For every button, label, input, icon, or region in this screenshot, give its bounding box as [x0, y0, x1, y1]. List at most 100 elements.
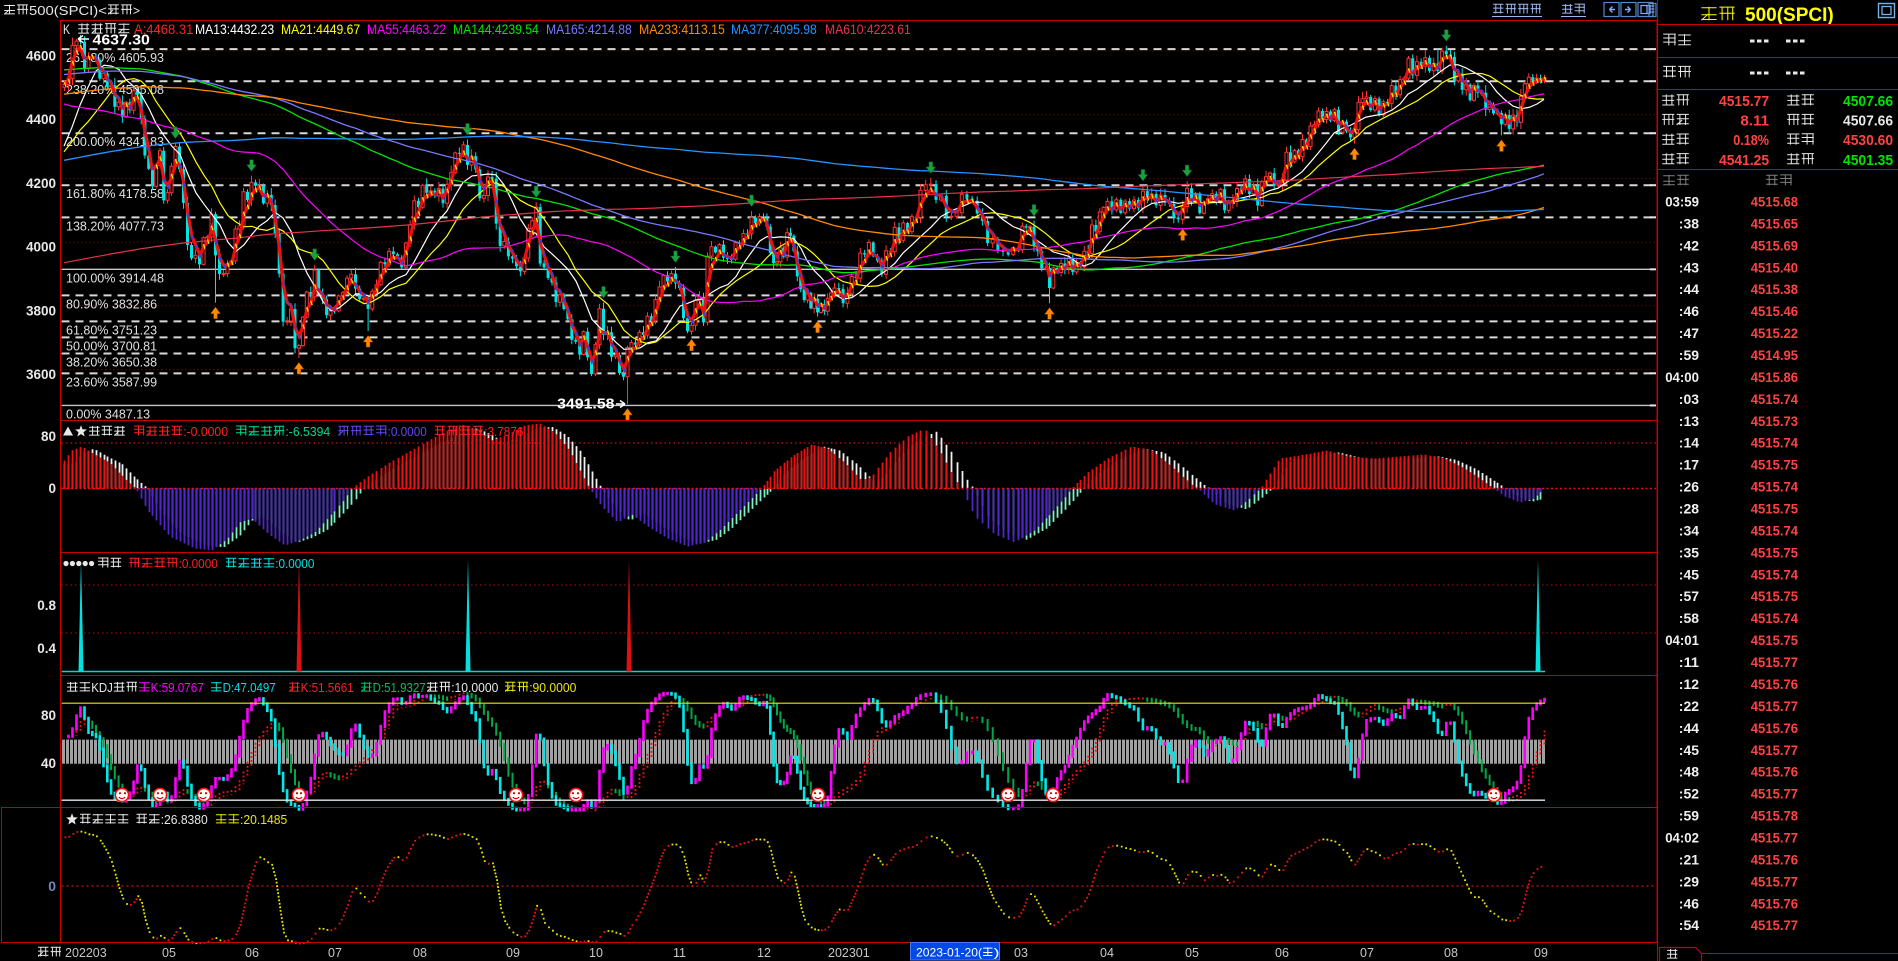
svg-text:3600: 3600 — [26, 367, 56, 382]
svg-text::-6.5394: :-6.5394 — [285, 425, 330, 439]
svg-text:): ) — [994, 946, 1000, 960]
svg-text:MA13:4432.23: MA13:4432.23 — [195, 21, 274, 37]
svg-text:3491.58: 3491.58 — [557, 396, 614, 413]
svg-text::57: :57 — [1679, 589, 1699, 604]
svg-text:4530.60: 4530.60 — [1843, 132, 1893, 149]
svg-text:4515.77: 4515.77 — [1751, 831, 1798, 846]
svg-text:11: 11 — [673, 946, 686, 960]
svg-text::45: :45 — [1679, 743, 1700, 758]
svg-text::54: :54 — [1679, 918, 1700, 933]
svg-text:4515.75: 4515.75 — [1751, 458, 1799, 473]
svg-text:4515.76: 4515.76 — [1751, 765, 1799, 780]
svg-text:04: 04 — [1100, 946, 1114, 960]
svg-text:04:00: 04:00 — [1665, 370, 1699, 385]
svg-text::13: :13 — [1679, 414, 1700, 429]
svg-text::46: :46 — [1679, 304, 1700, 319]
svg-text:0.8: 0.8 — [37, 598, 56, 613]
svg-text:KDJ: KDJ — [91, 681, 113, 695]
svg-text::22: :22 — [1679, 699, 1699, 714]
svg-text:4515.74: 4515.74 — [1751, 524, 1799, 539]
svg-text:4515.75: 4515.75 — [1751, 545, 1799, 560]
svg-text:61.80% 3751.23: 61.80% 3751.23 — [66, 323, 157, 337]
svg-text:4515.77: 4515.77 — [1719, 93, 1769, 110]
svg-text:03: 03 — [1014, 946, 1028, 960]
svg-text::3.7876: :3.7876 — [484, 425, 523, 439]
svg-text:4515.75: 4515.75 — [1751, 502, 1799, 517]
svg-text::90.0000: :90.0000 — [529, 681, 576, 695]
svg-text:K:51.5661: K:51.5661 — [301, 681, 354, 695]
svg-text::45: :45 — [1679, 567, 1700, 582]
svg-text::52: :52 — [1679, 787, 1699, 802]
svg-text:MA55:4463.22: MA55:4463.22 — [367, 21, 446, 37]
svg-text:2023-01-20(: 2023-01-20( — [916, 946, 982, 960]
svg-text::0.0000: :0.0000 — [275, 557, 314, 571]
svg-text::58: :58 — [1679, 611, 1700, 626]
svg-text:>: > — [133, 3, 140, 18]
svg-text:MA233:4113.15: MA233:4113.15 — [639, 21, 725, 37]
svg-text:80.90% 3832.86: 80.90% 3832.86 — [66, 297, 157, 311]
svg-text:07: 07 — [328, 946, 342, 960]
svg-text:4501.35: 4501.35 — [1843, 152, 1893, 169]
svg-text:50.00% 3700.81: 50.00% 3700.81 — [66, 339, 157, 353]
svg-text:0.4: 0.4 — [37, 641, 56, 656]
svg-text:0: 0 — [48, 481, 56, 496]
svg-text:04:02: 04:02 — [1665, 831, 1699, 846]
svg-text:MA610:4223.61: MA610:4223.61 — [825, 21, 911, 37]
svg-text:3800: 3800 — [26, 303, 56, 318]
svg-text::20.1485: :20.1485 — [240, 813, 287, 827]
svg-text::21: :21 — [1679, 852, 1700, 867]
svg-text:4515.77: 4515.77 — [1751, 874, 1798, 889]
svg-text:10: 10 — [589, 946, 603, 960]
svg-text::14: :14 — [1679, 436, 1700, 451]
svg-text:4515.78: 4515.78 — [1751, 809, 1799, 824]
svg-text:06: 06 — [1275, 946, 1289, 960]
svg-text:4400: 4400 — [26, 112, 56, 127]
svg-text::59: :59 — [1679, 348, 1699, 363]
svg-text:06: 06 — [245, 946, 259, 960]
svg-text:4515.77: 4515.77 — [1751, 699, 1798, 714]
svg-text:K: K — [63, 21, 70, 37]
svg-text:4507.66: 4507.66 — [1843, 113, 1893, 130]
svg-text:100.00% 3914.48: 100.00% 3914.48 — [66, 271, 164, 285]
svg-text:4515.86: 4515.86 — [1751, 370, 1799, 385]
svg-text:K:59.0767: K:59.0767 — [151, 681, 204, 695]
svg-text:4515.75: 4515.75 — [1751, 633, 1799, 648]
svg-text:05: 05 — [162, 946, 176, 960]
svg-text:4541.25: 4541.25 — [1719, 152, 1769, 169]
svg-text:4515.76: 4515.76 — [1751, 896, 1799, 911]
svg-text:4515.74: 4515.74 — [1751, 392, 1799, 407]
svg-text::44: :44 — [1679, 282, 1700, 297]
svg-text:4515.77: 4515.77 — [1751, 787, 1798, 802]
svg-text:4515.22: 4515.22 — [1751, 326, 1798, 341]
svg-text:4515.75: 4515.75 — [1751, 589, 1799, 604]
svg-text:202203: 202203 — [65, 946, 107, 960]
svg-text:4515.76: 4515.76 — [1751, 852, 1799, 867]
svg-text:80: 80 — [41, 429, 56, 444]
svg-text:09: 09 — [506, 946, 520, 960]
svg-text::17: :17 — [1679, 458, 1699, 473]
svg-text:0.00% 3487.13: 0.00% 3487.13 — [66, 407, 150, 421]
svg-text:138.20% 4077.73: 138.20% 4077.73 — [66, 219, 164, 233]
svg-text::47: :47 — [1679, 326, 1699, 341]
svg-text:4000: 4000 — [26, 240, 56, 255]
svg-text::0.0000: :0.0000 — [388, 425, 427, 439]
svg-text:MA165:4214.88: MA165:4214.88 — [546, 21, 632, 37]
svg-text:0: 0 — [48, 878, 56, 894]
svg-text:500(SPCI)<: 500(SPCI)< — [29, 3, 107, 18]
svg-text:4515.69: 4515.69 — [1751, 238, 1798, 253]
svg-text:MA144:4239.54: MA144:4239.54 — [453, 21, 539, 37]
svg-text::46: :46 — [1679, 896, 1700, 911]
svg-text::48: :48 — [1679, 765, 1700, 780]
svg-text:4515.76: 4515.76 — [1751, 721, 1799, 736]
svg-text::43: :43 — [1679, 260, 1700, 275]
svg-text:MA21:4449.67: MA21:4449.67 — [281, 21, 360, 37]
svg-text::38: :38 — [1679, 216, 1700, 231]
svg-text:161.80% 4178.58: 161.80% 4178.58 — [66, 187, 164, 201]
svg-text:A:4468.31: A:4468.31 — [134, 21, 194, 37]
svg-text:4514.95: 4514.95 — [1751, 348, 1799, 363]
svg-text:4515.73: 4515.73 — [1751, 414, 1799, 429]
svg-text:4515.77: 4515.77 — [1751, 743, 1798, 758]
svg-text:05: 05 — [1185, 946, 1199, 960]
svg-text:4515.74: 4515.74 — [1751, 567, 1799, 582]
svg-text:03:59: 03:59 — [1665, 195, 1699, 210]
